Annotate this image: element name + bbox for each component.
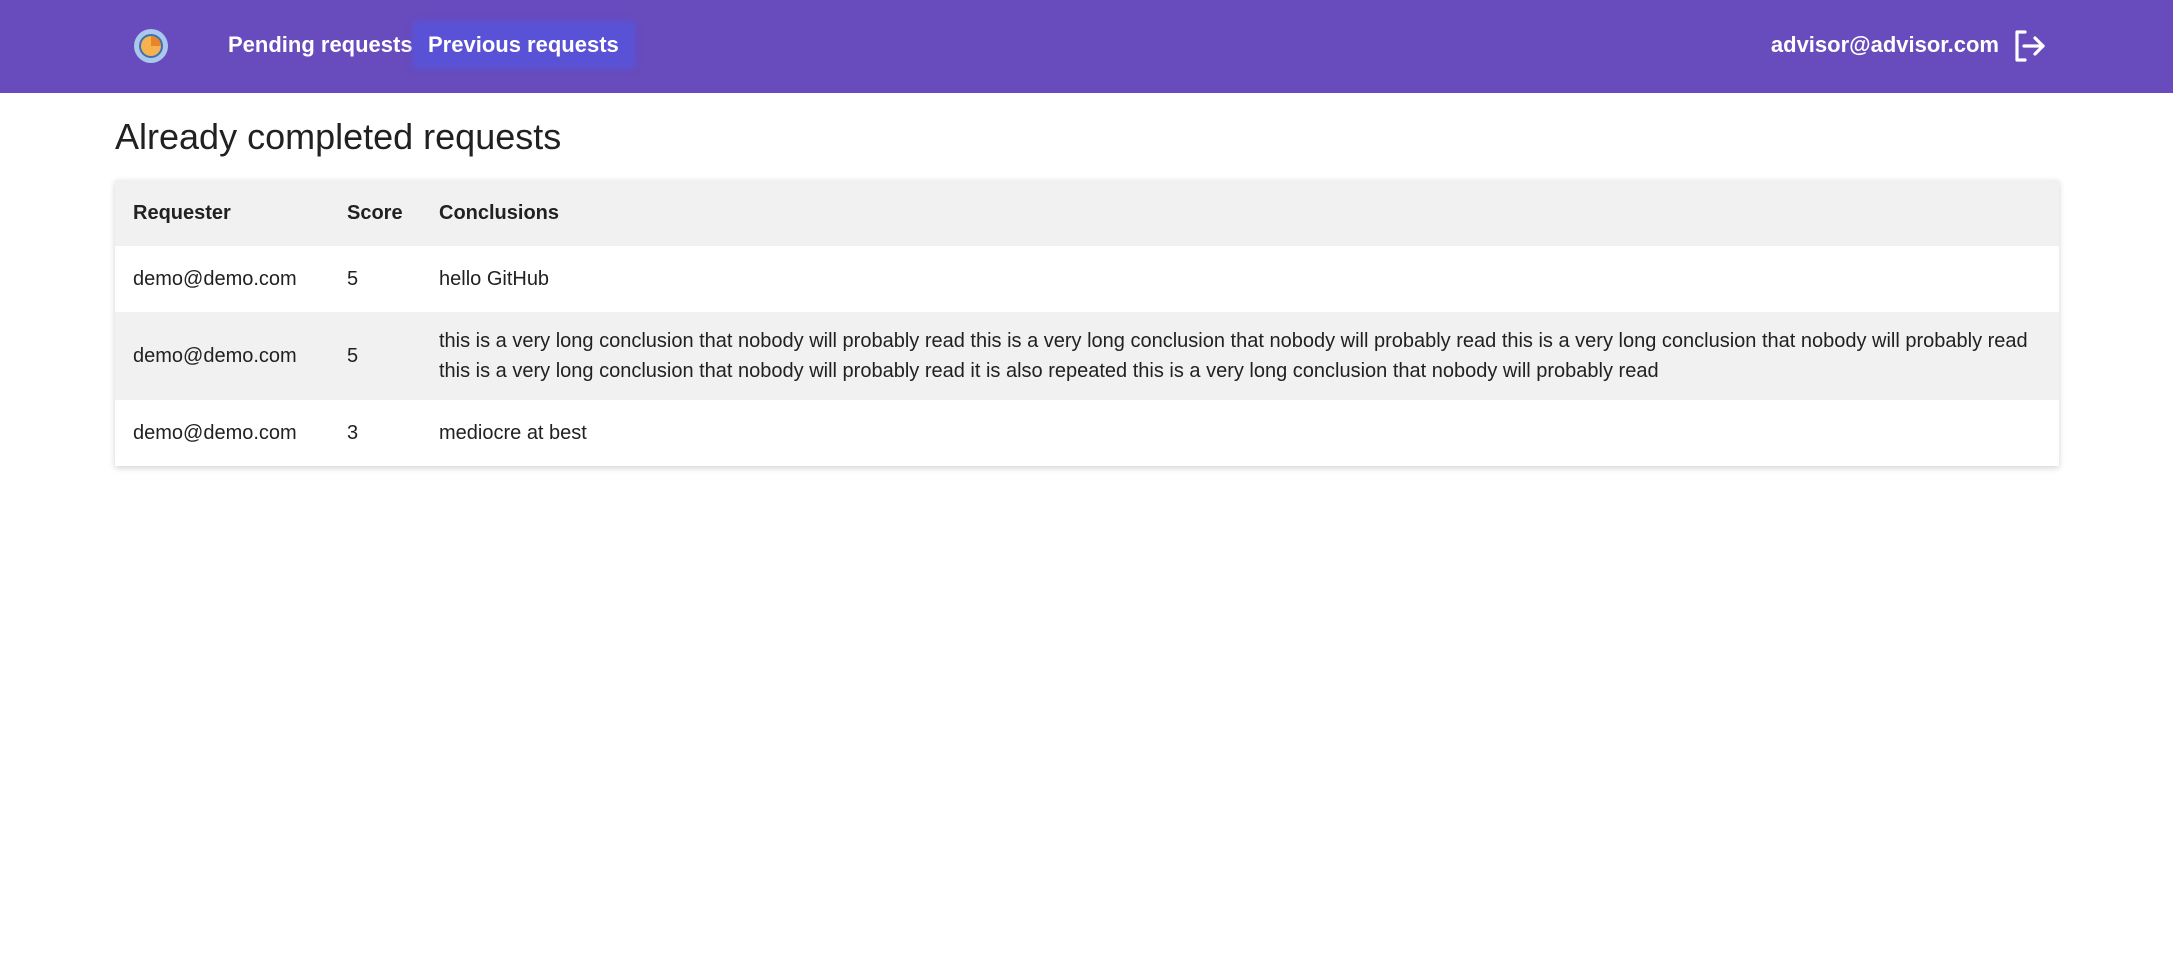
- requests-table-card: Requester Score Conclusions demo@demo.co…: [115, 180, 2059, 466]
- app-logo-icon[interactable]: [132, 27, 170, 65]
- top-navbar: Pending requests Previous requests advis…: [0, 0, 2173, 93]
- column-header-conclusions: Conclusions: [421, 180, 2059, 246]
- cell-requester: demo@demo.com: [133, 268, 297, 290]
- cell-score: 5: [347, 268, 359, 290]
- completed-requests-table: Requester Score Conclusions demo@demo.co…: [115, 180, 2059, 466]
- column-header-score: Score: [329, 180, 421, 246]
- table-header-row: Requester Score Conclusions: [115, 180, 2059, 246]
- page-title: Already completed requests: [115, 116, 562, 157]
- user-email: advisor@advisor.com: [1770, 32, 1999, 57]
- cell-score: 3: [347, 422, 359, 444]
- nav-pending-requests[interactable]: Pending requests: [214, 23, 427, 67]
- cell-conclusion: hello GitHub: [439, 268, 550, 290]
- logout-icon[interactable]: [2010, 27, 2048, 65]
- table-row: demo@demo.com 3 mediocre at best: [115, 400, 2059, 466]
- cell-conclusion: this is a very long conclusion that nobo…: [439, 330, 2028, 382]
- nav-previous-requests[interactable]: Previous requests: [414, 23, 633, 67]
- cell-conclusion: mediocre at best: [439, 422, 587, 444]
- cell-requester: demo@demo.com: [133, 345, 297, 367]
- table-row: demo@demo.com 5 this is a very long conc…: [115, 312, 2059, 400]
- table-row: demo@demo.com 5 hello GitHub: [115, 246, 2059, 312]
- cell-score: 5: [347, 345, 359, 367]
- column-header-requester: Requester: [115, 180, 329, 246]
- cell-requester: demo@demo.com: [133, 422, 297, 444]
